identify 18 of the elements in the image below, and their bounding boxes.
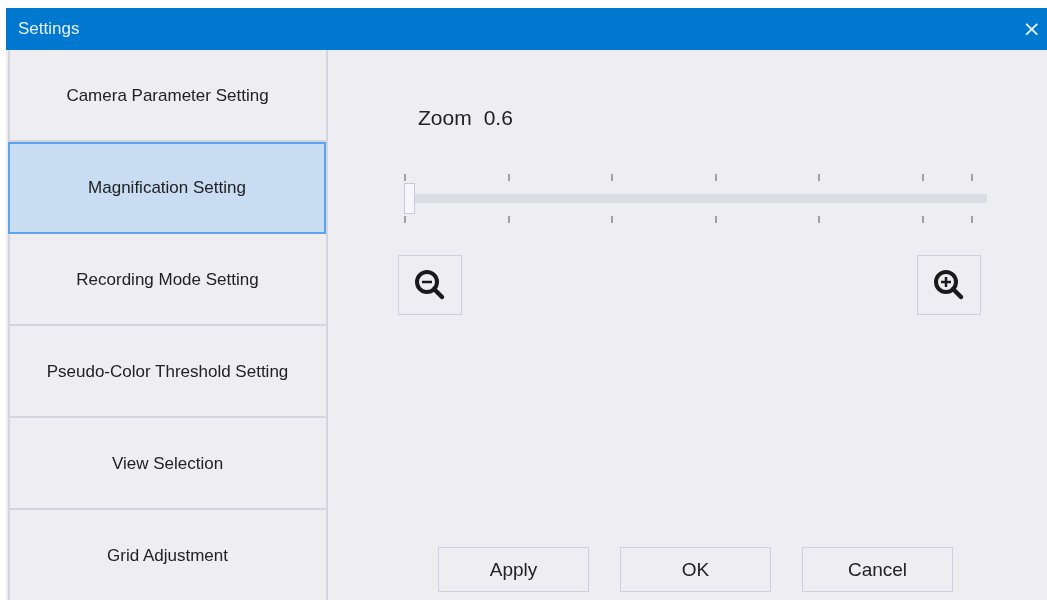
zoom-out-icon xyxy=(413,268,447,302)
dialog-button[interactable]: OK xyxy=(620,547,771,592)
zoom-in-button[interactable] xyxy=(917,255,981,315)
sidebar-item[interactable]: Recording Mode Setting xyxy=(8,234,326,326)
sidebar-item[interactable]: Camera Parameter Setting xyxy=(8,50,326,142)
zoom-out-button[interactable] xyxy=(398,255,462,315)
zoom-value: 0.6 xyxy=(483,106,513,130)
sidebar-item[interactable]: Magnification Setting xyxy=(8,142,326,234)
close-button[interactable]: × xyxy=(1020,18,1043,40)
zoom-label: Zoom xyxy=(418,106,472,130)
dialog-button[interactable]: Apply xyxy=(438,547,589,592)
sidebar-item[interactable]: Pseudo-Color Threshold Setting xyxy=(8,326,326,418)
sidebar-item[interactable]: View Selection xyxy=(8,418,326,510)
zoom-in-icon xyxy=(932,268,966,302)
window-title: Settings xyxy=(18,19,80,39)
zoom-slider[interactable] xyxy=(404,173,987,223)
dialog-button[interactable]: Cancel xyxy=(802,547,953,592)
slider-thumb[interactable] xyxy=(404,183,415,214)
